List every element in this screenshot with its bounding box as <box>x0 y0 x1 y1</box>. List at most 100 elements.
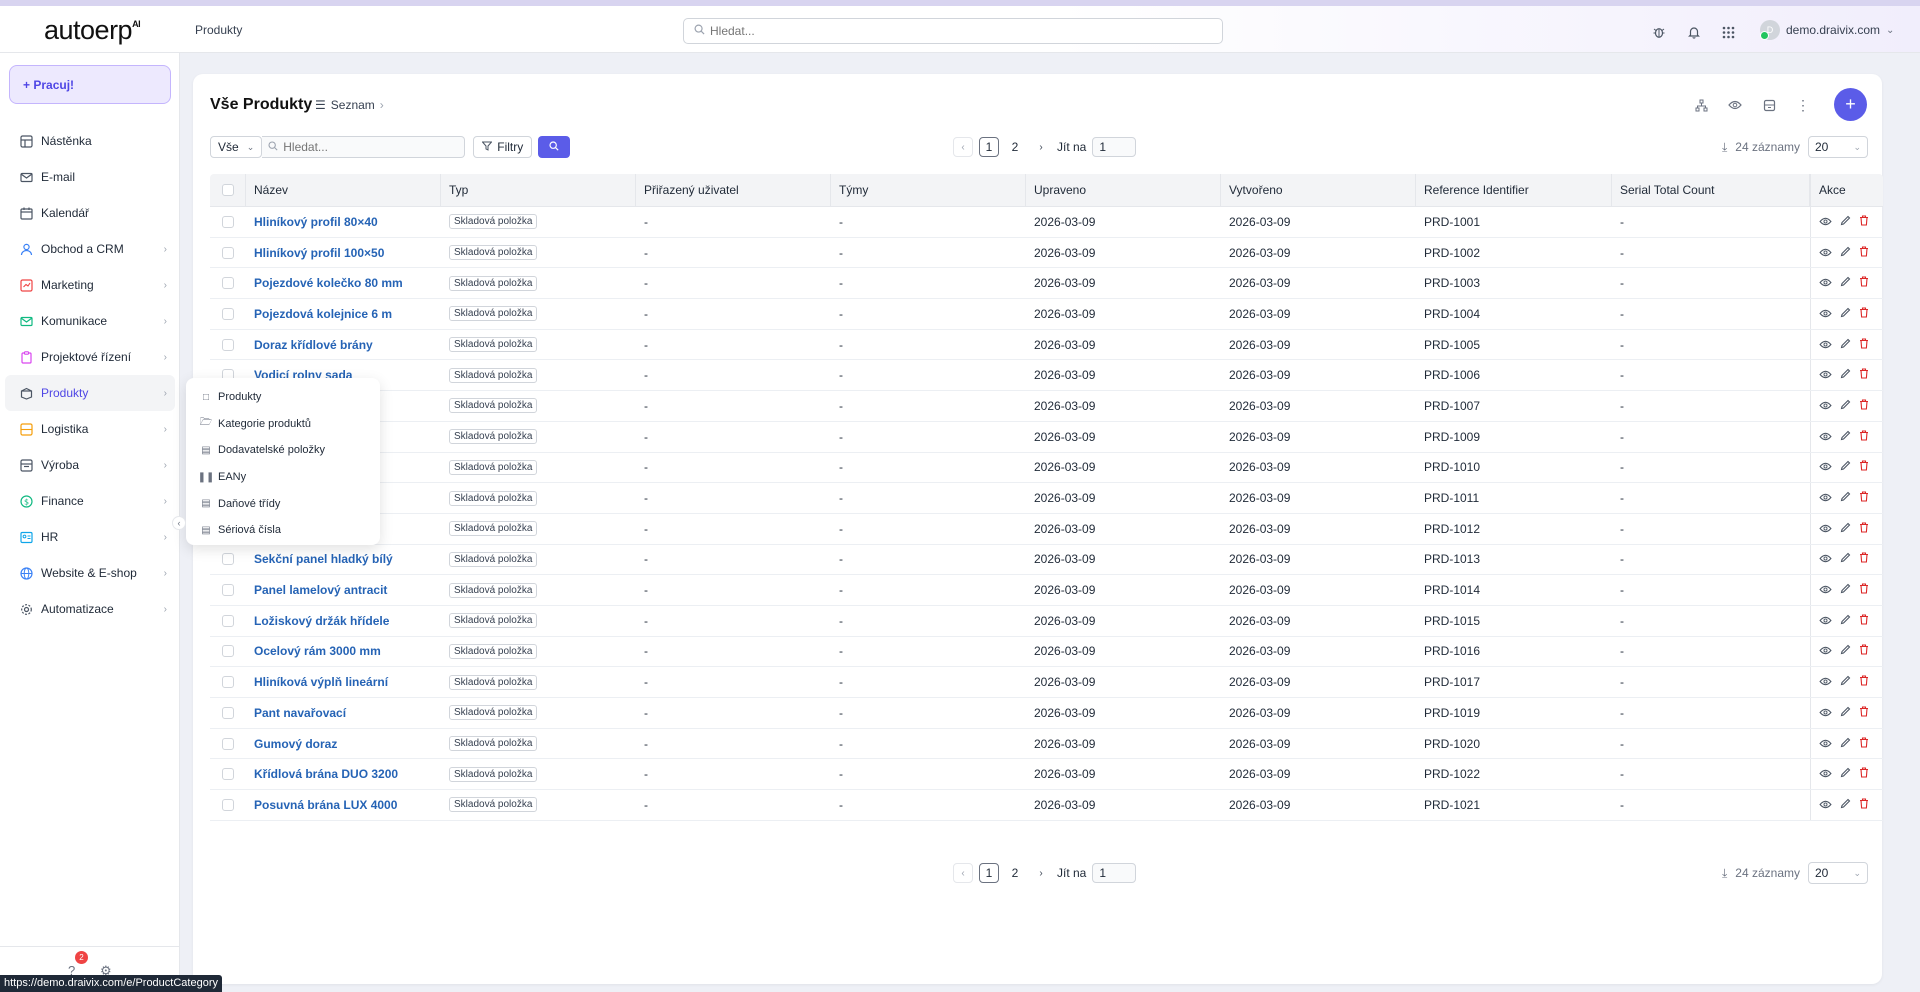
column-header[interactable]: Přiřazený uživatel <box>636 174 831 206</box>
row-checkbox-cell[interactable] <box>210 207 246 237</box>
edit-icon[interactable] <box>1840 552 1851 566</box>
row-checkbox[interactable] <box>222 277 234 290</box>
row-checkbox[interactable] <box>222 307 234 320</box>
prev-page-button[interactable]: ‹ <box>953 863 973 883</box>
table-row[interactable]: Vodicí rolny sada Skladová položka - -2026-… <box>210 360 1883 392</box>
next-page-button[interactable]: › <box>1031 137 1051 157</box>
eye-icon[interactable] <box>1819 430 1832 444</box>
table-row[interactable]: Skladová položka - - 2026-03-09 2026-03-09 PR… <box>210 483 1883 514</box>
checkbox[interactable] <box>221 184 234 196</box>
row-checkbox-cell[interactable] <box>210 698 246 728</box>
edit-icon[interactable] <box>1840 583 1851 597</box>
trash-icon[interactable] <box>1859 307 1869 321</box>
eye-icon[interactable] <box>1819 276 1832 290</box>
eye-icon[interactable] <box>1819 460 1832 474</box>
page-1-button[interactable]: 1 <box>979 863 999 883</box>
submenu-item[interactable]: □ Produkty <box>186 384 380 411</box>
trash-icon[interactable] <box>1859 644 1869 658</box>
archive-icon[interactable] <box>1758 94 1780 116</box>
table-row[interactable]: Sekční panel hladký bílý Skladová položka… <box>210 544 1883 576</box>
search-button[interactable] <box>538 136 571 158</box>
edit-icon[interactable] <box>1840 460 1851 474</box>
jump-to-page-input[interactable]: 1 <box>1092 137 1137 157</box>
app-logo[interactable]: autoerpAI <box>44 15 141 46</box>
eye-icon[interactable] <box>1819 798 1832 812</box>
sidebar-item-logistika[interactable]: Logistika › <box>5 411 175 447</box>
page-2-button[interactable]: 2 <box>1005 137 1025 157</box>
column-header[interactable]: Serial Total Count <box>1612 174 1810 206</box>
product-name-link[interactable]: Posuvná brána LUX 4000 <box>254 798 397 812</box>
table-row[interactable]: VSkladová položka--2026-03-092026-03-09P… <box>210 452 1883 484</box>
edit-icon[interactable] <box>1840 767 1851 781</box>
trash-icon[interactable] <box>1859 245 1869 260</box>
edit-icon[interactable] <box>1840 399 1851 413</box>
trash-icon[interactable] <box>1859 460 1869 474</box>
per-page-select[interactable]: 20 ⌄ <box>1808 136 1868 158</box>
eye-icon[interactable] <box>1819 338 1832 352</box>
product-name-link[interactable]: Doraz křídlové brány <box>254 338 373 352</box>
trash-icon[interactable] <box>1859 491 1869 505</box>
download-icon[interactable]: ⤓ <box>1722 866 1727 881</box>
trash-icon[interactable] <box>1859 614 1869 628</box>
sidebar-item-projektov-zen-[interactable]: Projektové řízení › <box>5 339 175 375</box>
edit-icon[interactable] <box>1840 737 1851 751</box>
sidebar-item-obchod-a-crm[interactable]: Obchod a CRM › <box>5 231 175 267</box>
row-checkbox-cell[interactable] <box>210 575 246 605</box>
trash-icon[interactable] <box>1859 368 1869 382</box>
table-row[interactable]: Ocelový rám 3000 mm Skladová položka - - 202… <box>210 636 1883 668</box>
per-page-select[interactable]: 20 ⌄ <box>1808 862 1868 884</box>
jump-to-page-input[interactable]: 1 <box>1092 863 1137 883</box>
collapse-sidebar-button[interactable]: ‹ <box>172 516 186 530</box>
table-row[interactable]: Ložiskový držák hřídele Skladová položka -… <box>210 605 1883 637</box>
column-header[interactable]: Upraveno <box>1026 174 1221 206</box>
sidebar-item-v-roba[interactable]: Výroba › <box>5 447 175 483</box>
list-search[interactable] <box>262 136 466 158</box>
row-checkbox[interactable] <box>222 338 234 351</box>
column-header[interactable]: Reference Identifier <box>1416 174 1612 206</box>
table-row[interactable]: Hliníková výplň lineární Skladová položka… <box>210 667 1883 698</box>
row-checkbox[interactable] <box>222 645 234 658</box>
table-row[interactable]: Pojezdová kolejnice 6 m Skladová položka -… <box>210 299 1883 330</box>
row-checkbox-cell[interactable] <box>210 268 246 298</box>
product-name-link[interactable]: Pojezdové kolečko 80 mm <box>254 276 403 290</box>
edit-icon[interactable] <box>1840 246 1851 260</box>
table-row[interactable]: Hliníkový profil 100×50 Skladová položka -… <box>210 237 1883 269</box>
edit-icon[interactable] <box>1840 338 1851 352</box>
row-checkbox[interactable] <box>222 614 234 627</box>
table-row[interactable]: Křídlová brána DUO 3200 Skladová položka -… <box>210 759 1883 791</box>
table-row[interactable]: Pant navařovací Skladová položka - - 2026-03… <box>210 698 1883 729</box>
product-name-link[interactable]: Hliníkový profil 100×50 <box>254 246 384 260</box>
row-checkbox-cell[interactable] <box>210 667 246 697</box>
add-product-button[interactable]: + <box>1834 88 1867 121</box>
row-checkbox[interactable] <box>222 215 234 228</box>
row-checkbox-cell[interactable] <box>210 637 246 667</box>
trash-icon[interactable] <box>1859 552 1869 566</box>
row-checkbox-cell[interactable] <box>210 330 246 360</box>
eye-icon[interactable] <box>1819 522 1832 536</box>
edit-icon[interactable] <box>1840 215 1851 229</box>
trash-icon[interactable] <box>1859 399 1869 413</box>
product-name-link[interactable]: Gumový doraz <box>254 737 337 751</box>
table-row[interactable]: Doraz křídlové brány Skladová položka - - 20… <box>210 329 1883 361</box>
trash-icon[interactable] <box>1859 767 1869 781</box>
row-checkbox[interactable] <box>222 706 234 719</box>
edit-icon[interactable] <box>1840 368 1851 382</box>
table-row[interactable]: Skladová položka - - 2026-03-09 2026-03-09 PR… <box>210 421 1883 453</box>
eye-icon[interactable] <box>1819 246 1832 260</box>
edit-icon[interactable] <box>1840 706 1851 720</box>
pracuj-button[interactable]: + Pracuj! <box>9 65 171 104</box>
submenu-item[interactable]: ▤ Dodavatelské položky <box>186 437 380 464</box>
trash-icon[interactable] <box>1859 583 1869 597</box>
trash-icon[interactable] <box>1859 706 1869 720</box>
product-name-link[interactable]: Panel lamelový antracit <box>254 583 387 597</box>
bell-icon[interactable] <box>1683 21 1705 43</box>
page-2-button[interactable]: 2 <box>1005 863 1025 883</box>
edit-icon[interactable] <box>1840 644 1851 658</box>
sidebar-item-n-st-nka[interactable]: Nástěnka <box>5 123 175 159</box>
table-row[interactable]: Pojezdové kolečko 80 mm Skladová položka -… <box>210 268 1883 300</box>
product-name-link[interactable]: Hliníkový profil 80×40 <box>254 215 378 229</box>
row-checkbox[interactable] <box>222 584 234 597</box>
sidebar-item-website-e-shop[interactable]: Website & E-shop › <box>5 555 175 591</box>
eye-icon[interactable] <box>1819 552 1832 566</box>
column-header[interactable]: Týmy <box>831 174 1026 206</box>
